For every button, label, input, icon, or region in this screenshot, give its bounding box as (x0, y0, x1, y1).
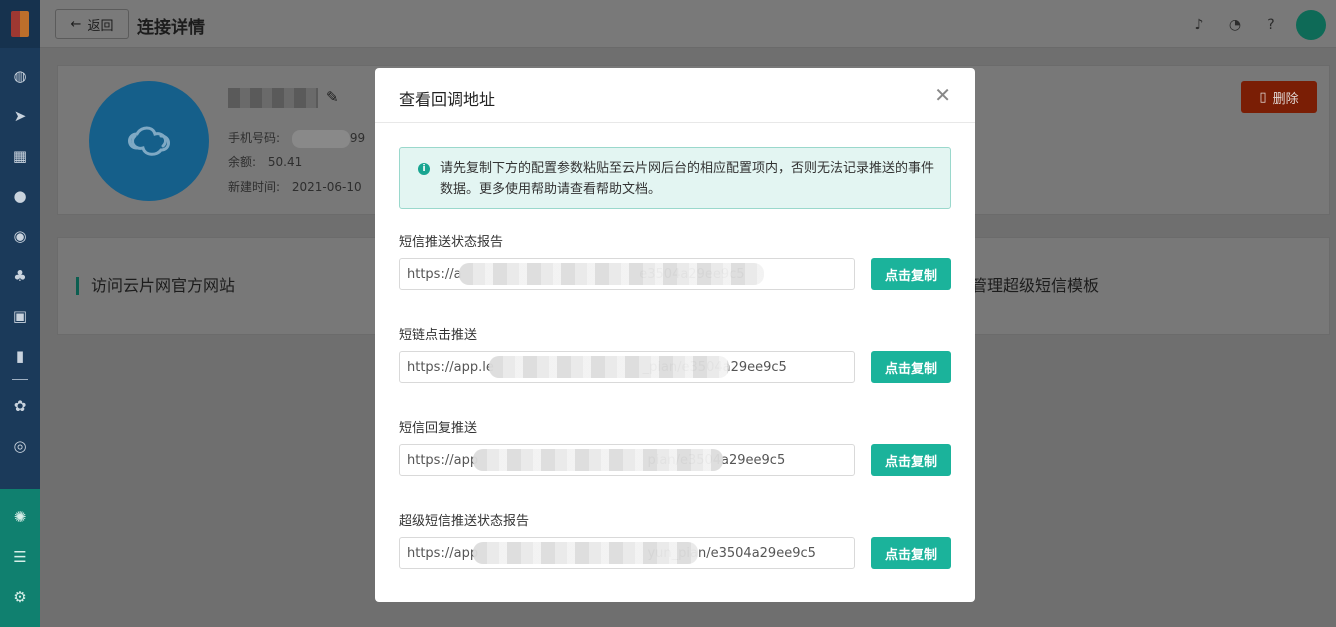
copy-button-reply[interactable]: 点击复制 (871, 444, 951, 476)
layout-icon[interactable]: ▦ (0, 136, 40, 176)
arrow-left-icon: ← (70, 16, 82, 32)
edit-icon[interactable]: ✎ (326, 88, 339, 106)
hub-icon[interactable]: ✺ (0, 497, 40, 537)
group-icon[interactable]: ♣ (0, 256, 40, 296)
gear-icon[interactable]: ⚙ (0, 577, 40, 617)
field-label-link-click: 短链点击推送 (399, 328, 478, 343)
topbar: ← 返回 连接详情 ♪ ◔ ? (40, 0, 1336, 48)
trash-icon: ▯ (1259, 89, 1267, 105)
bar-chart-icon[interactable]: ▮ (0, 336, 40, 376)
top-actions: ♪ ◔ ? (1188, 10, 1326, 40)
manage-templates-link[interactable]: 管理超级短信模板 (971, 277, 1099, 295)
delete-button[interactable]: ▯ 删除 (1241, 81, 1317, 113)
created-value: 2021-06-10 (291, 180, 362, 194)
wechat-icon[interactable]: ✿ (0, 386, 40, 426)
bell-icon[interactable]: ♪ (1188, 14, 1210, 36)
phone-line: 手机号码: 99 (228, 129, 365, 148)
balance-value: 50.41 (267, 155, 303, 169)
delete-label: 删除 (1272, 91, 1299, 107)
close-icon[interactable]: ✕ (934, 83, 951, 107)
target-icon[interactable]: ◎ (0, 426, 40, 466)
account-name-redacted (228, 88, 318, 108)
redaction-blur (473, 449, 723, 471)
alert-text: 请先复制下方的配置参数粘贴至云片网后台的相应配置项内，否则无法记录推送的事件数据… (440, 161, 935, 197)
official-site-link[interactable]: 访问云片网官方网站 (76, 277, 235, 295)
balance-label: 余额: (228, 155, 257, 169)
page-title: 连接详情 (137, 18, 205, 38)
back-label: 返回 (87, 18, 114, 34)
redaction-blur (459, 263, 764, 285)
user-icon[interactable]: ● (0, 176, 40, 216)
users-icon[interactable]: ◉ (0, 216, 40, 256)
sidebar-bottom-section: ✺ ☰ ⚙ (0, 489, 40, 627)
copy-button-status-report[interactable]: 点击复制 (871, 258, 951, 290)
avatar[interactable] (1296, 10, 1326, 40)
copy-button-super-sms-report[interactable]: 点击复制 (871, 537, 951, 569)
modal-header: 查看回调地址 ✕ (375, 68, 975, 123)
server-icon[interactable]: ☰ (0, 537, 40, 577)
callback-url-modal: 查看回调地址 ✕ i 请先复制下方的配置参数粘贴至云片网后台的相应配置项内，否则… (375, 68, 975, 602)
account-logo (89, 81, 209, 201)
sidebar-divider (12, 379, 28, 380)
created-line: 新建时间: 2021-06-10 (228, 178, 362, 195)
sidebar: ◍ ➤ ▦ ● ◉ ♣ ▣ ▮ ✿ ◎ ✺ ☰ ⚙ (0, 0, 40, 627)
modal-title: 查看回调地址 (399, 90, 496, 109)
field-label-reply: 短信回复推送 (399, 421, 478, 436)
help-icon[interactable]: ? (1260, 14, 1282, 36)
created-label: 新建时间: (228, 180, 281, 194)
bookmark-icon[interactable]: ▣ (0, 296, 40, 336)
balance-line: 余额: 50.41 (228, 153, 302, 170)
chat-icon[interactable]: ◔ (1224, 14, 1246, 36)
field-label-status-report: 短信推送状态报告 (399, 235, 504, 250)
redaction-blur (489, 356, 729, 378)
info-icon: i (418, 163, 430, 175)
redaction-blur (473, 542, 698, 564)
phone-label: 手机号码: (228, 131, 281, 145)
back-button[interactable]: ← 返回 (55, 9, 129, 39)
copy-button-link-click[interactable]: 点击复制 (871, 351, 951, 383)
phone-value: 99 (291, 129, 365, 148)
info-alert: i 请先复制下方的配置参数粘贴至云片网后台的相应配置项内，否则无法记录推送的事件… (399, 147, 951, 209)
cloud-icon (128, 126, 170, 156)
send-icon[interactable]: ➤ (0, 96, 40, 136)
dashboard-icon[interactable]: ◍ (0, 56, 40, 96)
field-label-super-sms-report: 超级短信推送状态报告 (399, 514, 530, 529)
app-logo[interactable] (0, 0, 40, 48)
